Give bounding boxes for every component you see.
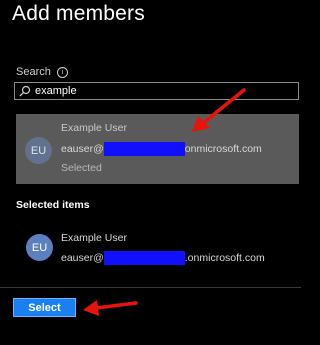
annotation-arrow-icon: [83, 300, 138, 316]
selected-status: Selected: [61, 162, 102, 174]
result-name: Example User: [61, 122, 127, 134]
email-prefix: eauser@: [61, 251, 104, 264]
search-result-user[interactable]: EU Example User eauser@ onmicrosoft.com S…: [16, 114, 299, 184]
avatar: EU: [25, 137, 52, 164]
selected-item-email: eauser@ .onmicrosoft.com: [61, 251, 265, 265]
selected-item: EU Example User eauser@ .onmicrosoft.com: [16, 224, 299, 272]
annotation-arrow-icon: [192, 88, 246, 132]
email-suffix: .onmicrosoft.com: [184, 251, 265, 264]
search-icon: [19, 85, 31, 97]
redaction-block: [103, 142, 185, 156]
search-label-row: Search i: [16, 66, 68, 78]
selected-item-name: Example User: [61, 232, 127, 244]
selected-items-heading: Selected items: [16, 199, 90, 211]
email-prefix: eauser@: [61, 142, 104, 155]
avatar: EU: [26, 234, 53, 261]
info-icon[interactable]: i: [56, 66, 68, 78]
search-label: Search: [16, 66, 51, 78]
redaction-block: [103, 251, 185, 265]
page-title: Add members: [12, 2, 145, 25]
footer-divider: [0, 287, 301, 288]
email-suffix: onmicrosoft.com: [184, 142, 262, 155]
search-box[interactable]: [14, 82, 299, 100]
add-members-panel: Add members Search i EU Example User eau…: [0, 0, 301, 345]
result-email: eauser@ onmicrosoft.com: [61, 142, 262, 156]
select-button[interactable]: Select: [13, 298, 76, 317]
